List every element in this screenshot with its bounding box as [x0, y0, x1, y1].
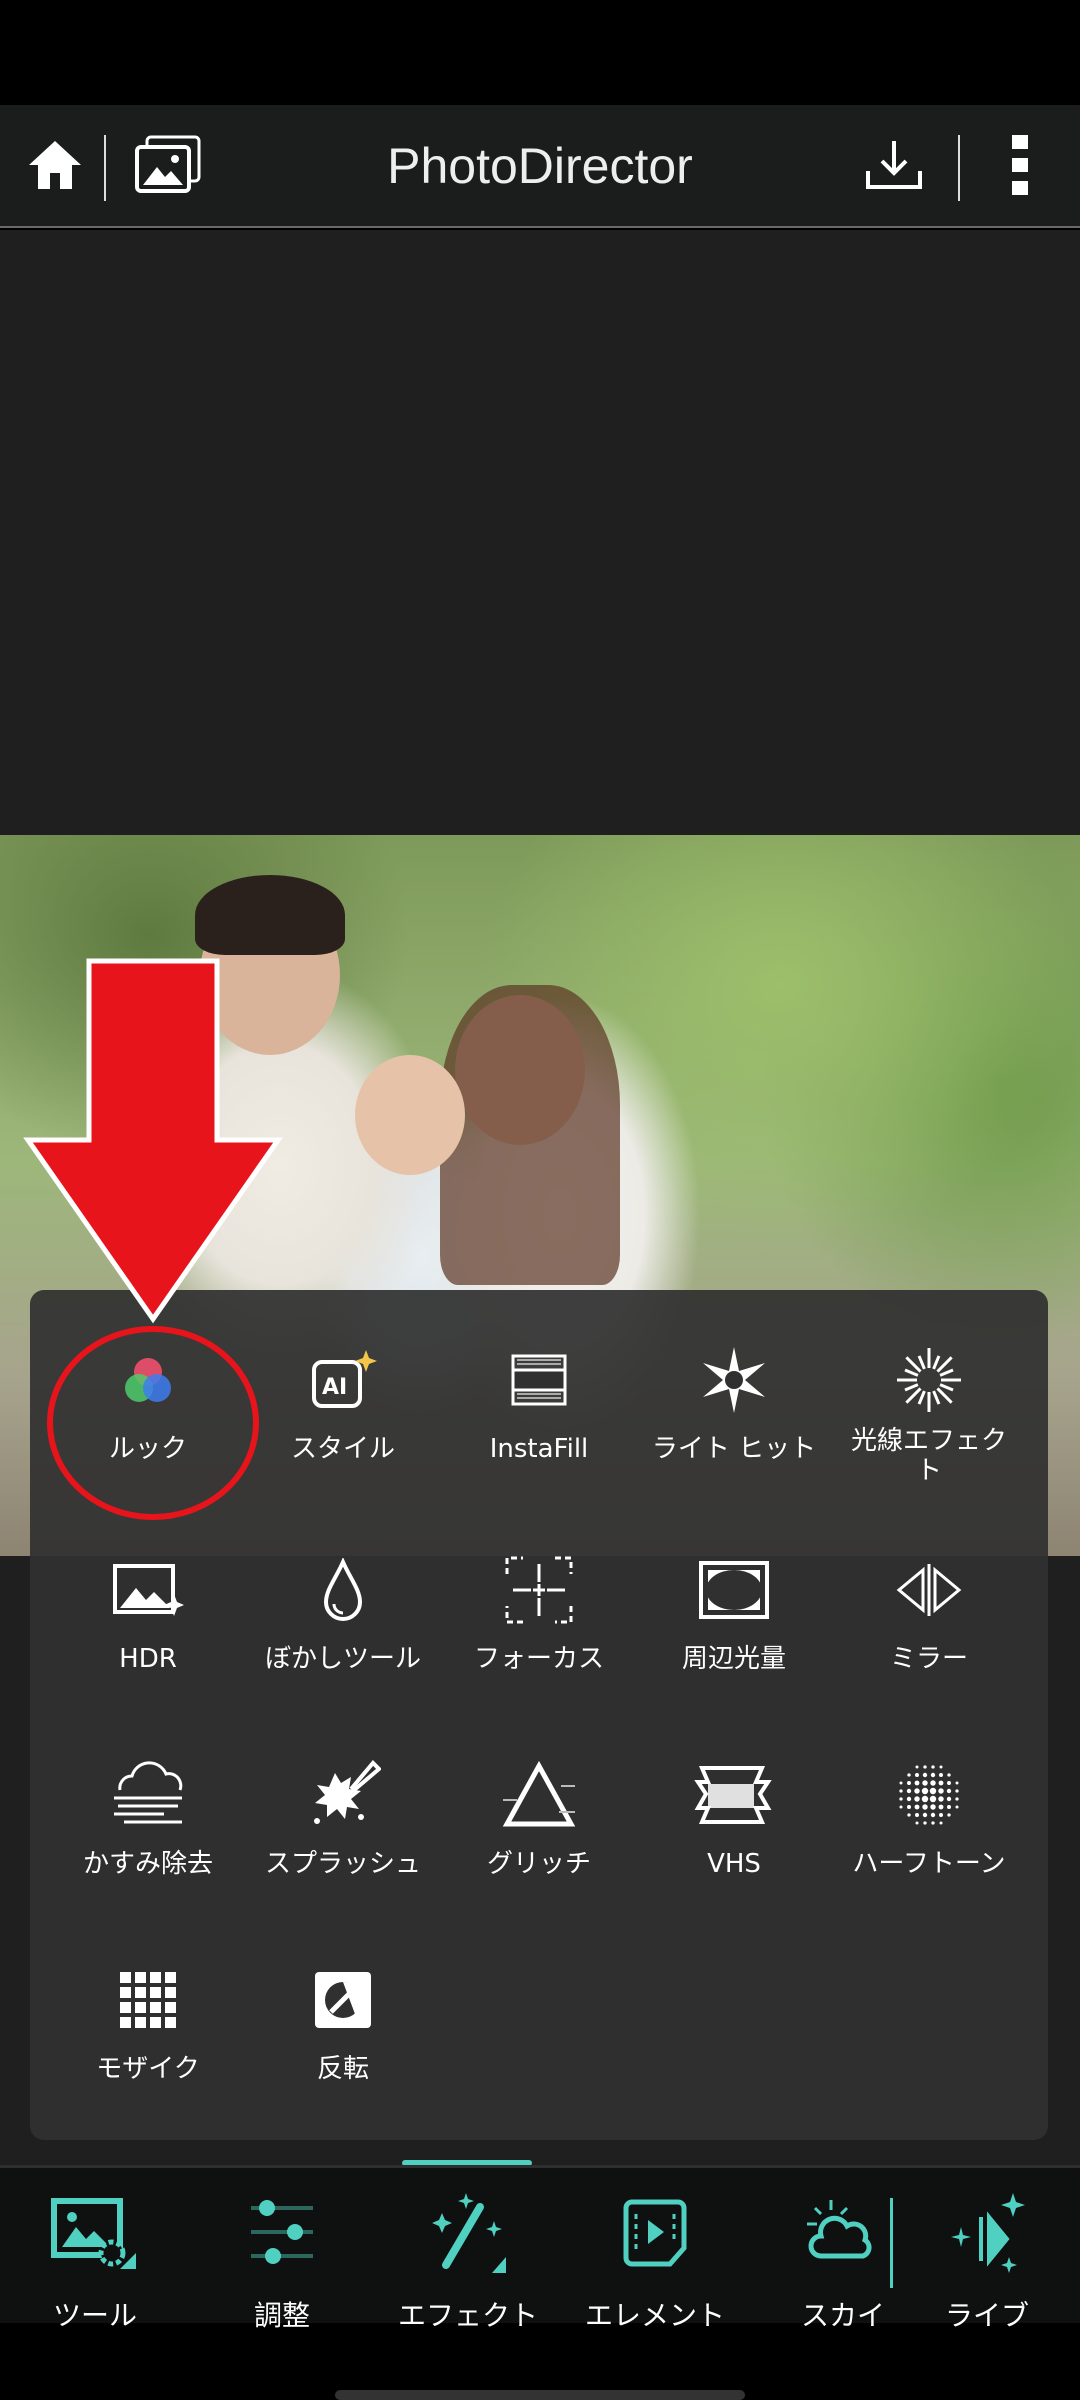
nav-tab[interactable]: ライブ: [902, 2188, 1072, 2334]
magic-wand-icon: [383, 2188, 553, 2278]
home-gesture-bar[interactable]: [335, 2390, 745, 2400]
annotation-overlay: [23, 958, 283, 1520]
nav-tab[interactable]: エレメント: [570, 2188, 740, 2334]
nav-tab[interactable]: エフェクト: [383, 2188, 553, 2334]
tools-icon: [10, 2188, 180, 2278]
adjust-sliders-icon: [197, 2188, 367, 2278]
red-circle-annotation: [47, 1326, 259, 1520]
nav-divider: [890, 2198, 893, 2288]
live-icon: [902, 2188, 1072, 2278]
nav-tab-label: 調整: [253, 2299, 310, 2332]
nav-tab-label: ライブ: [944, 2299, 1029, 2332]
red-arrow-annotation: [23, 958, 283, 1324]
nav-tab[interactable]: 調整: [197, 2188, 367, 2334]
nav-tab-label: エレメント: [584, 2299, 725, 2332]
nav-tab-label: ツール: [52, 2299, 137, 2332]
element-icon: [570, 2188, 740, 2278]
nav-tab-label: エフェクト: [397, 2299, 538, 2332]
nav-tab[interactable]: ツール: [10, 2188, 180, 2334]
bottom-nav: ツール 調整 エフェクト エレメント スカイ ライブ: [0, 2165, 1080, 2332]
